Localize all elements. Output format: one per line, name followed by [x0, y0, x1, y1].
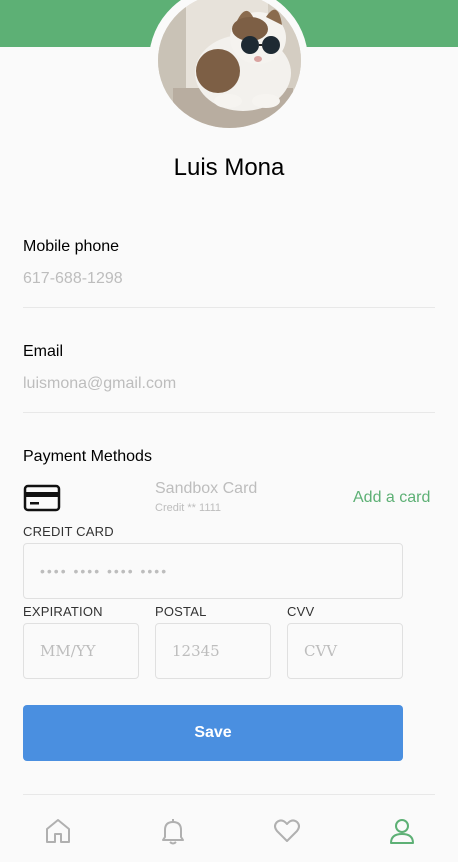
profile-name: Luis Mona: [173, 154, 285, 181]
cvv-input[interactable]: CVV: [287, 623, 403, 679]
email-label: Email: [23, 343, 64, 360]
card-subtitle: Credit ** 1111: [155, 502, 222, 514]
expiration-input[interactable]: MM/YY: [23, 623, 139, 679]
expiration-label: EXPIRATION: [23, 604, 103, 619]
save-button[interactable]: Save: [23, 705, 403, 761]
heart-icon[interactable]: [272, 816, 302, 846]
home-icon[interactable]: [43, 816, 73, 846]
postal-label: POSTAL: [155, 604, 207, 619]
card-name: Sandbox Card: [155, 480, 258, 497]
user-icon[interactable]: [387, 816, 417, 846]
divider: [23, 307, 435, 308]
cvv-label: CVV: [287, 604, 315, 619]
postal-input[interactable]: 12345: [155, 623, 271, 679]
credit-card-icon: [23, 484, 63, 514]
phone-value[interactable]: 617-688-1298: [23, 270, 123, 288]
add-card-link[interactable]: Add a card: [353, 489, 430, 507]
credit-card-input[interactable]: •••• •••• •••• ••••: [23, 543, 403, 599]
email-value[interactable]: luismona@gmail.com: [23, 375, 176, 393]
credit-card-label: CREDIT CARD: [23, 524, 114, 539]
divider: [23, 412, 435, 413]
bell-icon[interactable]: [158, 816, 188, 846]
payment-methods-title: Payment Methods: [23, 448, 152, 465]
phone-label: Mobile phone: [23, 238, 120, 255]
tabbar-divider: [23, 794, 435, 795]
